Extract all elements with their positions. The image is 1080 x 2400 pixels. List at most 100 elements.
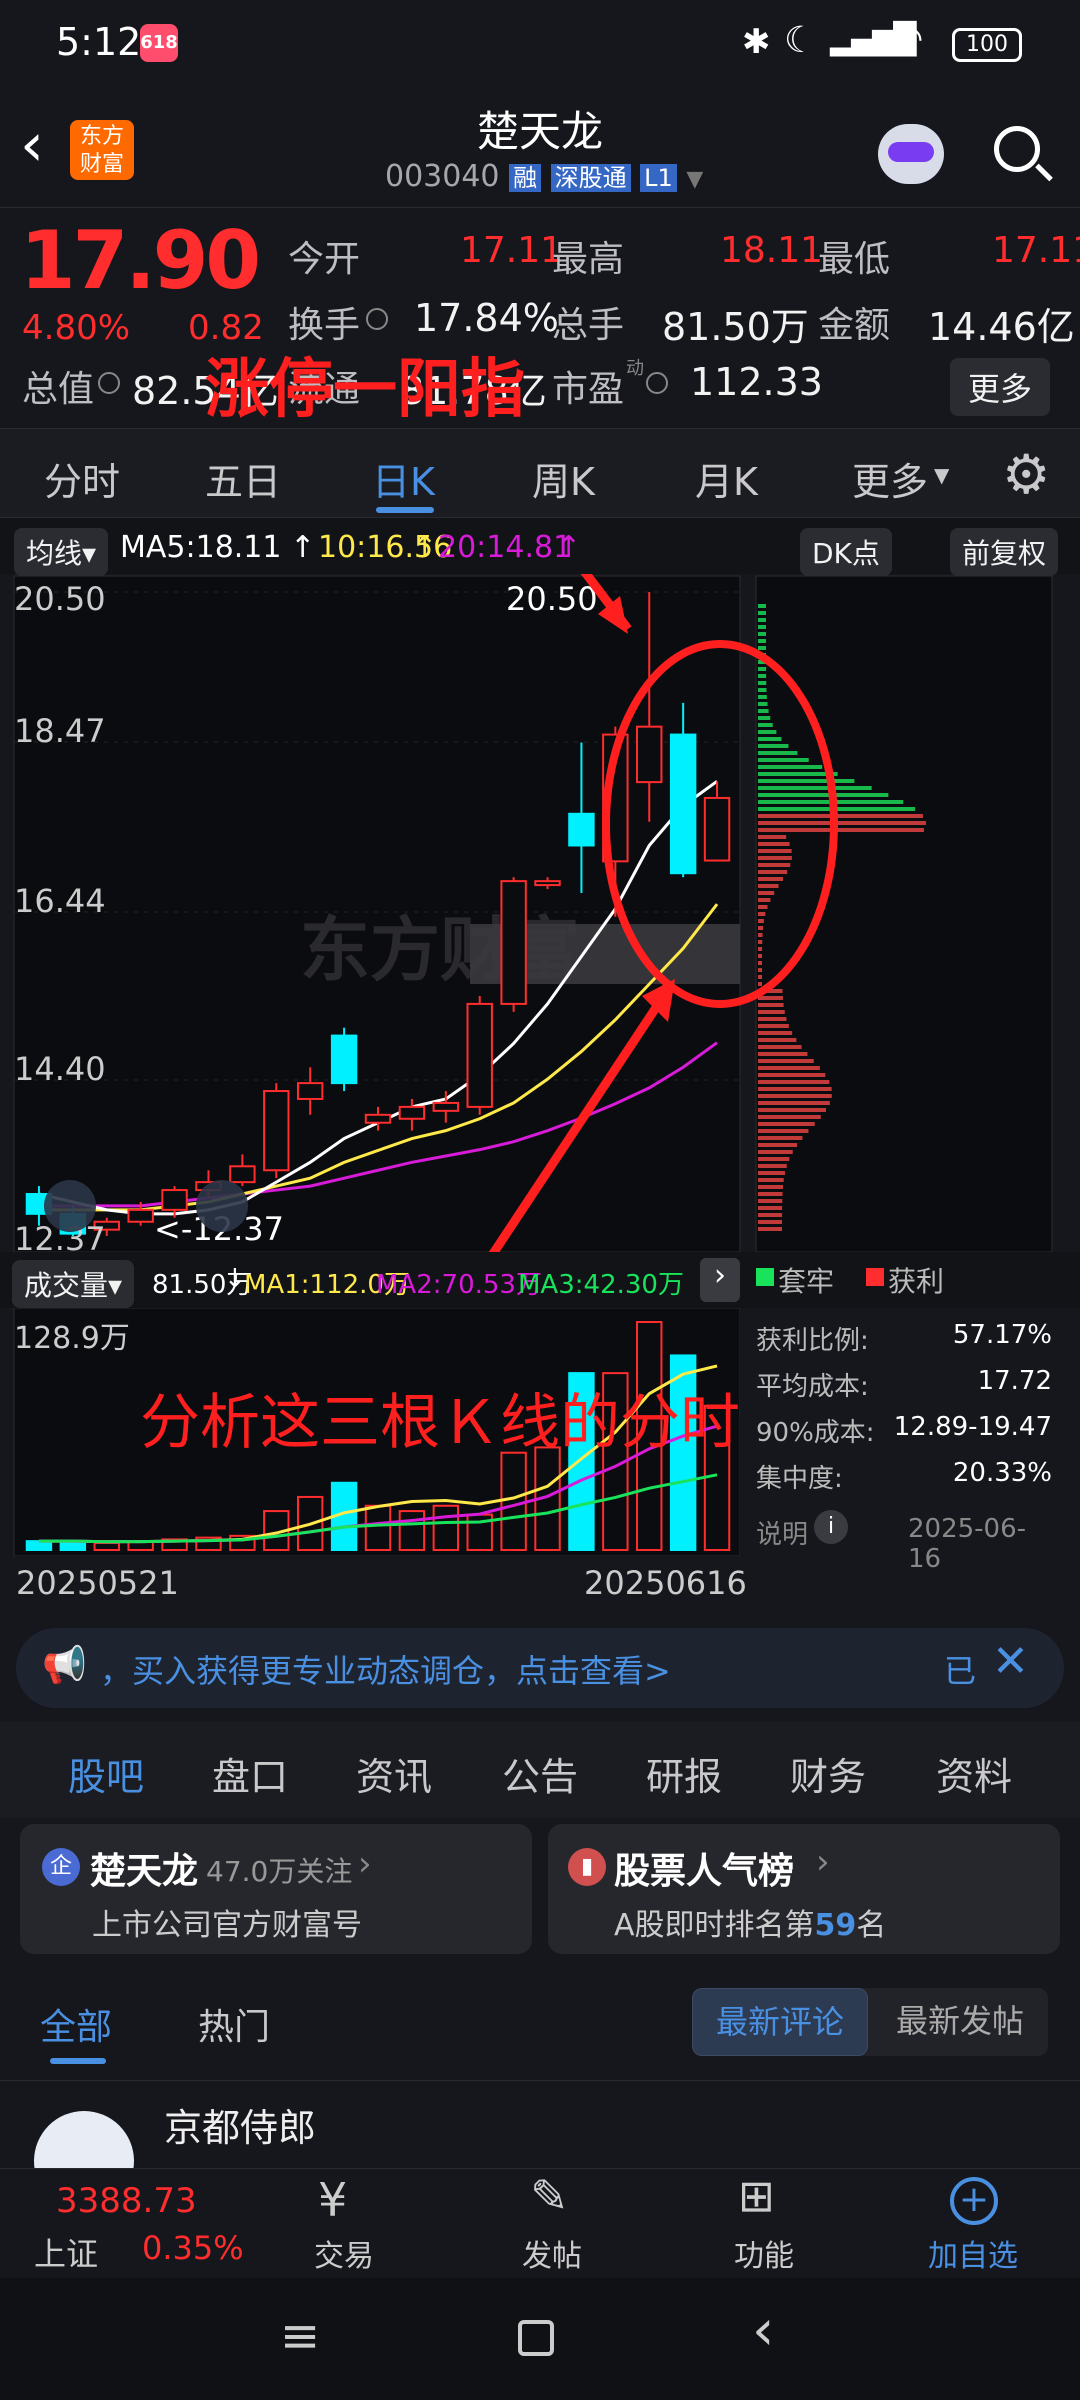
chip-bar	[758, 702, 768, 706]
chip-bar	[758, 1115, 821, 1119]
float-tool-icon[interactable]	[44, 1180, 96, 1232]
chip-bar	[758, 1087, 832, 1091]
note-label: 说明	[756, 1520, 809, 1550]
info-icon[interactable]: i	[814, 1510, 848, 1544]
promo-banner[interactable]: 📢 ，买入获得更专业动态调仓，点击查看> 已 ✕	[16, 1628, 1064, 1708]
chip-bar	[758, 688, 767, 692]
profit-legend: 获利	[888, 1265, 945, 1298]
volume-bar	[364, 1504, 392, 1552]
chip-bar	[758, 1157, 790, 1161]
y-tick: 18.47	[14, 712, 106, 750]
chevron-right-icon[interactable]: ›	[700, 1258, 740, 1302]
chip-row: 90%成本: 12.89-19.47	[756, 1412, 1052, 1448]
robot-avatar-icon[interactable]	[878, 124, 944, 184]
more-button[interactable]: 更多	[950, 358, 1051, 416]
volume-bar	[93, 1541, 120, 1551]
dk-point-button[interactable]: DK点	[800, 528, 892, 576]
tab-all[interactable]: 全部	[40, 1998, 112, 2050]
enterprise-icon: 企	[42, 1848, 80, 1886]
open-label: 今开	[288, 239, 361, 280]
tab-research[interactable]: 研报	[646, 1746, 722, 1801]
chip-bar	[758, 926, 764, 930]
chip-bar	[758, 1066, 820, 1070]
tab-guba[interactable]: 股吧	[68, 1746, 144, 1801]
info-icon[interactable]	[98, 372, 120, 394]
chip-bar	[758, 695, 767, 699]
chip-bar	[758, 870, 788, 874]
mktcap-label: 总值	[22, 369, 95, 410]
banner-text[interactable]: ，买入获得更专业动态调仓，点击查看>	[100, 1646, 671, 1692]
tab-pankou[interactable]: 盘口	[212, 1746, 288, 1801]
tab-daily-k[interactable]: 日K	[372, 451, 435, 506]
edit-icon[interactable]: ✎	[530, 2169, 569, 2223]
tab-news[interactable]: 资讯	[356, 1746, 432, 1801]
vol-ma3-legend: MA3:42.30万	[518, 1270, 684, 1300]
max-price-label: 20.50	[506, 580, 598, 618]
chip-bar	[758, 667, 767, 671]
nav-add-watchlist[interactable]: 加自选	[928, 2231, 1018, 2275]
add-icon[interactable]: +	[950, 2177, 998, 2225]
yuan-icon[interactable]: ¥	[318, 2173, 347, 2227]
tab-monthly-k[interactable]: 月K	[695, 451, 758, 506]
ma-select[interactable]: 均线▾	[14, 528, 109, 576]
sort-latest-comment[interactable]: 最新评论	[692, 1988, 868, 2056]
chip-bar	[758, 709, 769, 713]
close-icon[interactable]: ✕	[992, 1636, 1029, 1687]
forward-adjust-button[interactable]: 前复权	[950, 528, 1059, 576]
chip-bar	[758, 856, 792, 860]
chip-bar	[758, 1220, 783, 1224]
chip-bar	[758, 1164, 787, 1168]
chip-bar	[758, 737, 782, 741]
back-nav-icon[interactable]: ‹	[752, 2298, 774, 2363]
pe-label: 市盈	[552, 369, 625, 410]
profit-legend-swatch	[866, 1268, 884, 1286]
company-card[interactable]: 企 楚天龙 47.0万关注 › 上市公司官方财富号	[20, 1824, 532, 1954]
gear-icon[interactable]: ⚙	[1002, 443, 1050, 506]
menu-icon[interactable]: ≡	[280, 2308, 320, 2364]
chip-bar	[758, 1038, 797, 1042]
chip-bar	[758, 639, 767, 643]
home-icon[interactable]	[518, 2320, 554, 2356]
chip-bar	[758, 625, 767, 629]
card-title: 股票人气榜	[614, 1851, 795, 1892]
volume-max-label: 128.9万	[14, 1321, 130, 1356]
search-icon[interactable]	[994, 126, 1040, 172]
chip-bar	[758, 1024, 789, 1028]
chip-bar	[758, 891, 775, 895]
post-item[interactable]: 京都侍郎	[0, 2080, 1080, 2211]
info-icon[interactable]	[646, 372, 668, 394]
quote-panel: 17.90 4.80% 0.82 今开 17.11 最高 18.11 最低 17…	[0, 208, 1080, 428]
tab-hot[interactable]: 热门	[198, 1998, 270, 2050]
float-tool-icon[interactable]	[196, 1180, 248, 1232]
chip-bar	[758, 1192, 783, 1196]
tab-profile[interactable]: 资料	[936, 1746, 1012, 1801]
nav-trade[interactable]: 交易	[314, 2231, 374, 2275]
tab-finance[interactable]: 财务	[790, 1746, 866, 1801]
tab-weekly-k[interactable]: 周K	[532, 451, 595, 506]
grid-icon[interactable]: ⊞	[738, 2171, 775, 2222]
tab-more[interactable]: 更多	[852, 451, 928, 506]
chip-stats: 获利比例: 57.17% 平均成本: 17.72 90%成本: 12.89-19.47…	[756, 1310, 1056, 1574]
tab-announcement[interactable]: 公告	[502, 1746, 578, 1801]
info-icon[interactable]	[366, 308, 388, 330]
popularity-card[interactable]: ▮ 股票人气榜 › A股即时排名第59名	[548, 1824, 1060, 1954]
ma-legend-bar: 均线▾ MA5:18.11 ↑ 10:16.56 ↑ 20:14.81 ↑ DK…	[0, 518, 1080, 576]
chip-bar	[758, 1227, 783, 1231]
post-author[interactable]: 京都侍郎	[164, 2097, 316, 2152]
tab-five-day[interactable]: 五日	[205, 451, 281, 506]
chip-row: 集中度: 20.33%	[756, 1458, 1052, 1494]
chip-bar	[758, 786, 872, 790]
stock-code-row: 003040 融 深股通 L1 ▼	[385, 158, 725, 198]
chip-bar	[758, 1010, 785, 1014]
volume-select[interactable]: 成交量▾	[12, 1260, 135, 1308]
nav-functions[interactable]: 功能	[734, 2231, 794, 2275]
dropdown-icon[interactable]: ▼	[686, 167, 703, 192]
tab-intraday[interactable]: 分时	[44, 451, 120, 506]
chip-bar	[758, 765, 823, 769]
chip-bar	[758, 674, 767, 678]
chip-bar	[758, 716, 771, 720]
sort-latest-post[interactable]: 最新发帖	[872, 1988, 1048, 2056]
tag-l1: L1	[640, 164, 677, 192]
nav-post[interactable]: 发帖	[522, 2231, 582, 2275]
chip-row: 获利比例: 57.17%	[756, 1320, 1052, 1356]
